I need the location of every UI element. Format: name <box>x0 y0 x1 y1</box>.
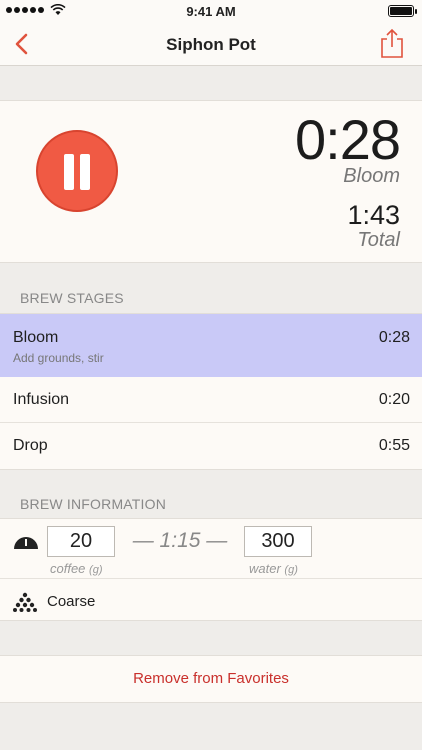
current-stage-name: Bloom <box>343 165 400 187</box>
stage-time: 0:28 <box>295 108 401 171</box>
remove-from-favorites-button[interactable]: Remove from Favorites <box>0 656 422 702</box>
pause-button[interactable] <box>36 130 118 212</box>
grind-row[interactable]: Coarse <box>0 579 422 621</box>
total-label: Total <box>357 229 400 251</box>
remove-favorites-panel: Remove from Favorites <box>0 655 422 703</box>
brew-stages-list: Bloom Add grounds, stir 0:28 Infusion 0:… <box>0 313 422 470</box>
stage-duration: 0:20 <box>378 391 410 408</box>
stage-name: Drop <box>13 437 48 454</box>
stage-name: Bloom <box>13 329 59 346</box>
battery-icon <box>388 5 417 17</box>
brew-information-list: 20 — 1:15 — 300 coffee (g) water (g) Coa… <box>0 518 422 621</box>
brew-ratio[interactable]: — 1:15 — <box>130 529 230 553</box>
stage-subtitle: Add grounds, stir <box>13 351 104 365</box>
page-title: Siphon Pot <box>166 35 256 54</box>
brew-information-header: BREW INFORMATION <box>20 496 167 512</box>
navigation-bar: Siphon Pot <box>0 22 422 66</box>
stage-duration: 0:55 <box>378 437 410 454</box>
ratio-row: 20 — 1:15 — 300 coffee (g) water (g) <box>0 519 422 579</box>
timer-panel: 0:28 Bloom 1:43 Total <box>0 100 422 263</box>
status-time: 9:41 AM <box>186 4 236 19</box>
status-bar: 9:41 AM <box>0 0 422 22</box>
coffee-amount-input[interactable]: 20 <box>47 526 115 557</box>
stage-row-drop[interactable]: Drop 0:55 <box>0 423 422 469</box>
total-time: 1:43 <box>347 200 400 230</box>
stage-row-infusion[interactable]: Infusion 0:20 <box>0 377 422 423</box>
stage-row-bloom[interactable]: Bloom Add grounds, stir 0:28 <box>0 314 422 377</box>
stage-duration: 0:28 <box>378 329 410 346</box>
stage-name: Infusion <box>13 391 70 408</box>
water-amount-input[interactable]: 300 <box>244 526 312 557</box>
coffee-label: coffee (g) <box>50 561 103 576</box>
share-icon[interactable] <box>378 28 406 60</box>
grind-value: Coarse <box>47 593 96 610</box>
grind-dots-icon <box>13 592 37 612</box>
water-label: water (g) <box>249 561 298 576</box>
scale-icon <box>14 537 38 549</box>
brew-stages-header: BREW STAGES <box>20 290 124 306</box>
